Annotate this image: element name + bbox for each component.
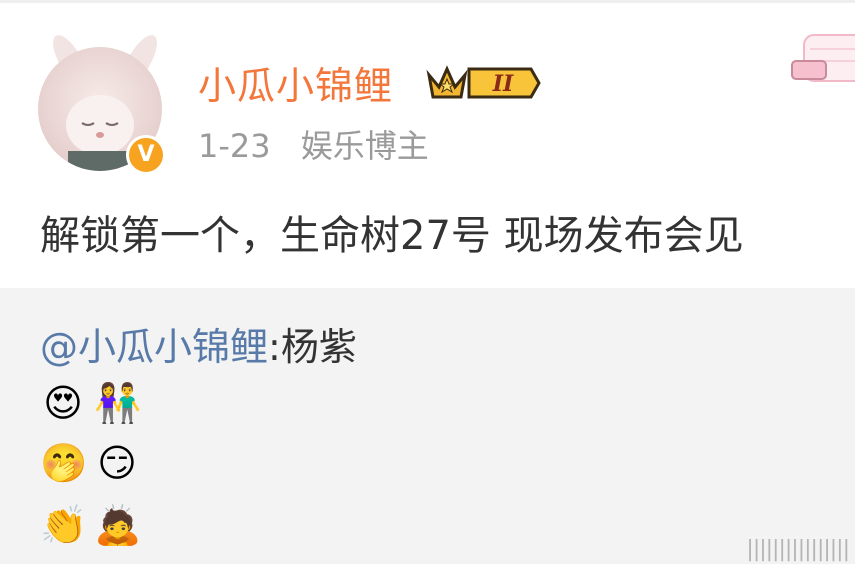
notepad-icon[interactable] — [790, 31, 855, 89]
666-emoji-icon: 😏 — [97, 441, 137, 485]
emoji-row-1: 😍 👫 — [40, 380, 142, 428]
post-meta: 1-23 娱乐博主 — [198, 121, 449, 167]
repost-text: @小瓜小锦鲤:杨紫 — [40, 316, 357, 371]
emoji-row-3: 👏 🙇 — [40, 502, 142, 550]
bow-emoji-icon: 🙇 — [94, 503, 142, 547]
avatar[interactable]: V — [34, 26, 168, 177]
giggle-emoji-icon: 🤭 — [40, 441, 88, 485]
love-face-emoji-icon: 😍 — [43, 381, 83, 425]
emoji-row-2: 🤭 😏 — [40, 440, 140, 488]
couple-emoji-icon: 👫 — [94, 381, 142, 425]
clap-emoji-icon: 👏 — [40, 503, 88, 547]
level-badge-text: II — [492, 71, 514, 97]
verified-badge: V — [126, 135, 166, 175]
username[interactable]: 小瓜小锦鲤 — [198, 55, 393, 110]
watermark: |||||||||||||||| — [746, 537, 850, 562]
repost-body: :杨紫 — [268, 325, 357, 369]
post-date: 1-23 — [198, 127, 271, 165]
mention-link[interactable]: @小瓜小锦鲤 — [40, 325, 268, 369]
user-tag: 娱乐博主 — [300, 127, 429, 165]
post-card: V 小瓜小锦鲤 II 1-23 娱乐博主 解锁第一个，生命树27号 现场发布会见 — [0, 0, 855, 288]
member-crown-badge-icon[interactable]: II — [425, 61, 541, 101]
post-content: 解锁第一个，生命树27号 现场发布会见 — [40, 213, 744, 259]
